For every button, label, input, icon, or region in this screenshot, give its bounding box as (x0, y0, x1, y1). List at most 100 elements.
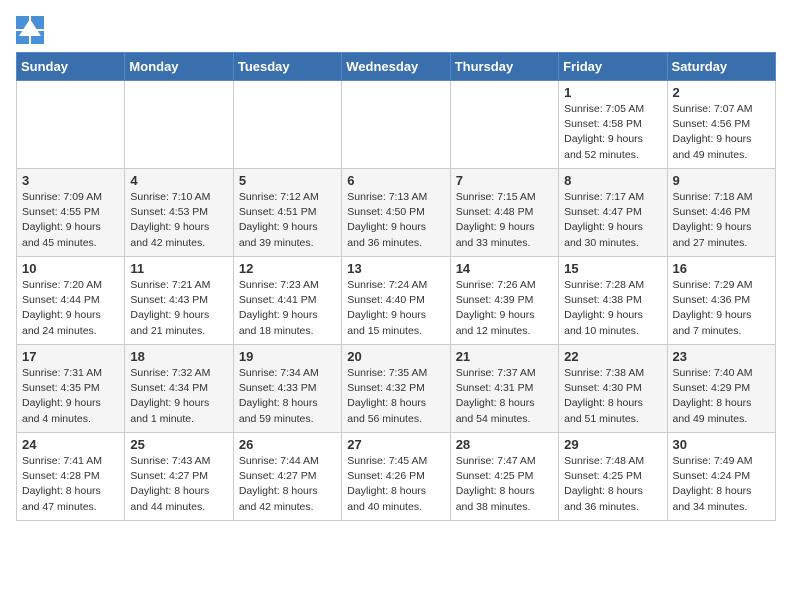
logo-icon (16, 16, 44, 44)
page-header (16, 16, 776, 44)
calendar-cell (125, 81, 233, 169)
day-info: Sunrise: 7:38 AM Sunset: 4:30 PM Dayligh… (564, 366, 661, 427)
day-number: 11 (130, 261, 227, 276)
day-number: 19 (239, 349, 336, 364)
day-info: Sunrise: 7:26 AM Sunset: 4:39 PM Dayligh… (456, 278, 553, 339)
calendar-cell: 19 Sunrise: 7:34 AM Sunset: 4:33 PM Dayli… (233, 345, 341, 433)
day-info: Sunrise: 7:45 AM Sunset: 4:26 PM Dayligh… (347, 454, 444, 515)
calendar-cell: 8 Sunrise: 7:17 AM Sunset: 4:47 PM Daylig… (559, 169, 667, 257)
day-number: 30 (673, 437, 770, 452)
day-info: Sunrise: 7:35 AM Sunset: 4:32 PM Dayligh… (347, 366, 444, 427)
day-info: Sunrise: 7:28 AM Sunset: 4:38 PM Dayligh… (564, 278, 661, 339)
day-info: Sunrise: 7:13 AM Sunset: 4:50 PM Dayligh… (347, 190, 444, 251)
calendar-week-row: 3 Sunrise: 7:09 AM Sunset: 4:55 PM Daylig… (17, 169, 776, 257)
calendar-cell: 12 Sunrise: 7:23 AM Sunset: 4:41 PM Dayli… (233, 257, 341, 345)
day-number: 4 (130, 173, 227, 188)
calendar-week-row: 10Sunrise: 7:20 AM Sunset: 4:44 PM Dayli… (17, 257, 776, 345)
weekday-header: Monday (125, 53, 233, 81)
weekday-header: Thursday (450, 53, 558, 81)
calendar-cell: 18 Sunrise: 7:32 AM Sunset: 4:34 PM Dayli… (125, 345, 233, 433)
calendar-cell: 20 Sunrise: 7:35 AM Sunset: 4:32 PM Dayli… (342, 345, 450, 433)
day-info: Sunrise: 7:37 AM Sunset: 4:31 PM Dayligh… (456, 366, 553, 427)
day-info: Sunrise: 7:41 AM Sunset: 4:28 PM Dayligh… (22, 454, 119, 515)
day-number: 15 (564, 261, 661, 276)
day-number: 1 (564, 85, 661, 100)
day-number: 23 (673, 349, 770, 364)
logo (16, 16, 48, 44)
weekday-header: Saturday (667, 53, 775, 81)
calendar-cell: 22 Sunrise: 7:38 AM Sunset: 4:30 PM Dayli… (559, 345, 667, 433)
calendar-cell: 4 Sunrise: 7:10 AM Sunset: 4:53 PM Daylig… (125, 169, 233, 257)
day-info: Sunrise: 7:43 AM Sunset: 4:27 PM Dayligh… (130, 454, 227, 515)
calendar-cell: 1 Sunrise: 7:05 AM Sunset: 4:58 PM Daylig… (559, 81, 667, 169)
calendar-cell: 17 Sunrise: 7:31 AM Sunset: 4:35 PM Dayli… (17, 345, 125, 433)
day-number: 25 (130, 437, 227, 452)
calendar: SundayMondayTuesdayWednesdayThursdayFrid… (16, 52, 776, 521)
calendar-week-row: 17 Sunrise: 7:31 AM Sunset: 4:35 PM Dayli… (17, 345, 776, 433)
calendar-header-row: SundayMondayTuesdayWednesdayThursdayFrid… (17, 53, 776, 81)
calendar-cell: 15 Sunrise: 7:28 AM Sunset: 4:38 PM Dayli… (559, 257, 667, 345)
calendar-cell: 25 Sunrise: 7:43 AM Sunset: 4:27 PM Dayli… (125, 433, 233, 521)
day-number: 7 (456, 173, 553, 188)
day-info: Sunrise: 7:23 AM Sunset: 4:41 PM Dayligh… (239, 278, 336, 339)
day-number: 26 (239, 437, 336, 452)
day-info: Sunrise: 7:40 AM Sunset: 4:29 PM Dayligh… (673, 366, 770, 427)
calendar-cell: 23 Sunrise: 7:40 AM Sunset: 4:29 PM Dayli… (667, 345, 775, 433)
calendar-cell: 28 Sunrise: 7:47 AM Sunset: 4:25 PM Dayli… (450, 433, 558, 521)
calendar-week-row: 1 Sunrise: 7:05 AM Sunset: 4:58 PM Daylig… (17, 81, 776, 169)
day-number: 22 (564, 349, 661, 364)
day-number: 16 (673, 261, 770, 276)
day-info: Sunrise: 7:24 AM Sunset: 4:40 PM Dayligh… (347, 278, 444, 339)
calendar-cell: 5Sunrise: 7:12 AM Sunset: 4:51 PM Daylig… (233, 169, 341, 257)
day-info: Sunrise: 7:32 AM Sunset: 4:34 PM Dayligh… (130, 366, 227, 427)
calendar-cell: 13 Sunrise: 7:24 AM Sunset: 4:40 PM Dayli… (342, 257, 450, 345)
calendar-cell: 9Sunrise: 7:18 AM Sunset: 4:46 PM Daylig… (667, 169, 775, 257)
calendar-cell: 26 Sunrise: 7:44 AM Sunset: 4:27 PM Dayli… (233, 433, 341, 521)
day-number: 2 (673, 85, 770, 100)
day-info: Sunrise: 7:09 AM Sunset: 4:55 PM Dayligh… (22, 190, 119, 251)
day-info: Sunrise: 7:05 AM Sunset: 4:58 PM Dayligh… (564, 102, 661, 163)
day-info: Sunrise: 7:07 AM Sunset: 4:56 PM Dayligh… (673, 102, 770, 163)
weekday-header: Sunday (17, 53, 125, 81)
day-info: Sunrise: 7:31 AM Sunset: 4:35 PM Dayligh… (22, 366, 119, 427)
calendar-cell (342, 81, 450, 169)
calendar-cell: 24Sunrise: 7:41 AM Sunset: 4:28 PM Dayli… (17, 433, 125, 521)
day-number: 20 (347, 349, 444, 364)
calendar-cell: 11 Sunrise: 7:21 AM Sunset: 4:43 PM Dayli… (125, 257, 233, 345)
day-number: 12 (239, 261, 336, 276)
calendar-cell: 3 Sunrise: 7:09 AM Sunset: 4:55 PM Daylig… (17, 169, 125, 257)
day-info: Sunrise: 7:49 AM Sunset: 4:24 PM Dayligh… (673, 454, 770, 515)
day-info: Sunrise: 7:15 AM Sunset: 4:48 PM Dayligh… (456, 190, 553, 251)
calendar-cell (233, 81, 341, 169)
day-number: 13 (347, 261, 444, 276)
day-number: 14 (456, 261, 553, 276)
day-number: 28 (456, 437, 553, 452)
calendar-cell: 16 Sunrise: 7:29 AM Sunset: 4:36 PM Dayli… (667, 257, 775, 345)
day-number: 3 (22, 173, 119, 188)
day-number: 27 (347, 437, 444, 452)
weekday-header: Wednesday (342, 53, 450, 81)
day-number: 18 (130, 349, 227, 364)
day-number: 17 (22, 349, 119, 364)
day-info: Sunrise: 7:10 AM Sunset: 4:53 PM Dayligh… (130, 190, 227, 251)
day-number: 5 (239, 173, 336, 188)
weekday-header: Friday (559, 53, 667, 81)
day-info: Sunrise: 7:44 AM Sunset: 4:27 PM Dayligh… (239, 454, 336, 515)
day-number: 21 (456, 349, 553, 364)
calendar-cell: 6 Sunrise: 7:13 AM Sunset: 4:50 PM Daylig… (342, 169, 450, 257)
day-info: Sunrise: 7:47 AM Sunset: 4:25 PM Dayligh… (456, 454, 553, 515)
calendar-cell: 27 Sunrise: 7:45 AM Sunset: 4:26 PM Dayli… (342, 433, 450, 521)
day-number: 8 (564, 173, 661, 188)
day-number: 29 (564, 437, 661, 452)
day-info: Sunrise: 7:21 AM Sunset: 4:43 PM Dayligh… (130, 278, 227, 339)
day-info: Sunrise: 7:29 AM Sunset: 4:36 PM Dayligh… (673, 278, 770, 339)
day-info: Sunrise: 7:17 AM Sunset: 4:47 PM Dayligh… (564, 190, 661, 251)
calendar-cell: 7 Sunrise: 7:15 AM Sunset: 4:48 PM Daylig… (450, 169, 558, 257)
calendar-cell: 14 Sunrise: 7:26 AM Sunset: 4:39 PM Dayli… (450, 257, 558, 345)
day-info: Sunrise: 7:34 AM Sunset: 4:33 PM Dayligh… (239, 366, 336, 427)
day-info: Sunrise: 7:48 AM Sunset: 4:25 PM Dayligh… (564, 454, 661, 515)
day-number: 6 (347, 173, 444, 188)
calendar-cell: 29 Sunrise: 7:48 AM Sunset: 4:25 PM Dayli… (559, 433, 667, 521)
day-info: Sunrise: 7:20 AM Sunset: 4:44 PM Dayligh… (22, 278, 119, 339)
calendar-week-row: 24Sunrise: 7:41 AM Sunset: 4:28 PM Dayli… (17, 433, 776, 521)
